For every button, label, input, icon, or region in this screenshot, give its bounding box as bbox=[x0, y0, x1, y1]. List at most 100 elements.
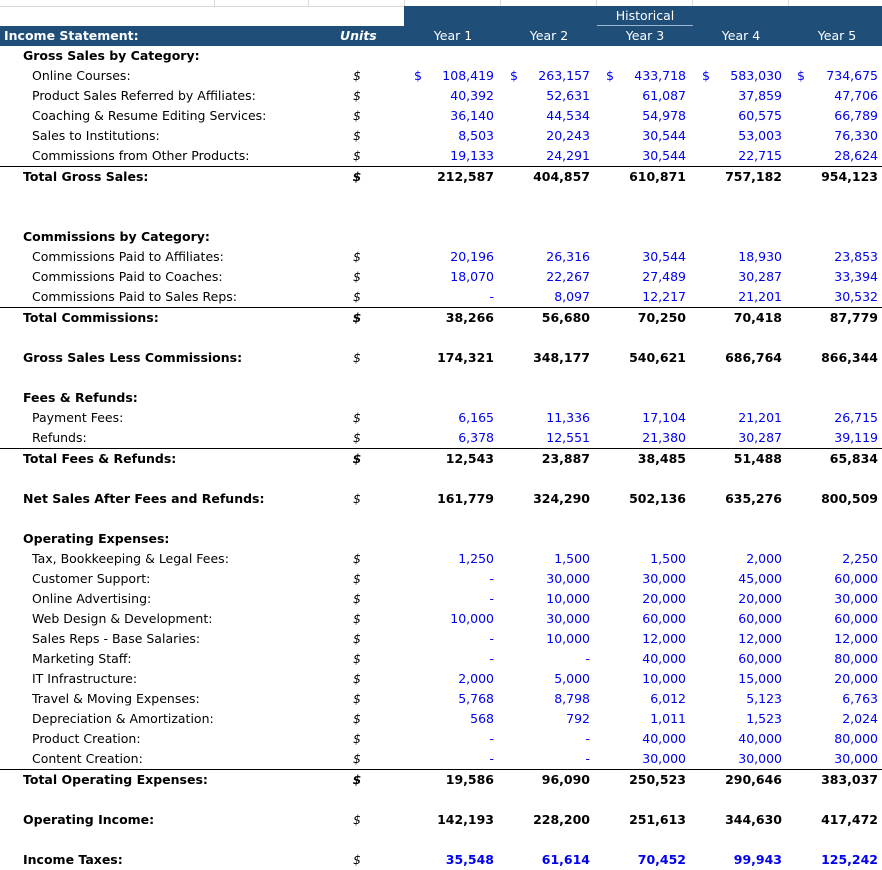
unit-cell[interactable]: $ bbox=[350, 489, 364, 509]
value-cell-year-1[interactable]: - bbox=[404, 629, 494, 649]
value-cell-year-5[interactable]: 23,853 bbox=[788, 247, 878, 267]
row-label[interactable]: Total Operating Expenses: bbox=[23, 770, 208, 790]
total-row[interactable]: Total Gross Sales: $212,587 404,857 610,871… bbox=[0, 166, 882, 187]
table-row[interactable]: Travel & Moving Expenses: $5,768 8,798 6,01… bbox=[0, 689, 882, 709]
unit-cell[interactable]: $ bbox=[350, 729, 364, 749]
value-cell-year-2[interactable]: 348,177 bbox=[500, 348, 590, 368]
value-cell-year-1[interactable]: 108,419 bbox=[404, 66, 494, 86]
value-cell-year-4[interactable]: 51,488 bbox=[692, 449, 782, 469]
value-cell-year-1[interactable]: - bbox=[404, 589, 494, 609]
value-cell-year-5[interactable]: 80,000 bbox=[788, 729, 878, 749]
value-cell-year-2[interactable]: - bbox=[500, 729, 590, 749]
row-label[interactable]: Content Creation: bbox=[32, 749, 143, 769]
row-label[interactable]: Commissions Paid to Affiliates: bbox=[32, 247, 224, 267]
unit-cell[interactable]: $ bbox=[350, 167, 364, 187]
row-label[interactable]: Payment Fees: bbox=[32, 408, 123, 428]
table-row[interactable]: Content Creation: $ - -30,000 30,000 30,000 bbox=[0, 749, 882, 769]
value-cell-year-4[interactable]: 53,003 bbox=[692, 126, 782, 146]
value-cell-year-1[interactable]: 1,250 bbox=[404, 549, 494, 569]
value-cell-year-5[interactable]: 2,024 bbox=[788, 709, 878, 729]
value-cell-year-2[interactable]: 20,243 bbox=[500, 126, 590, 146]
value-cell-year-4[interactable]: 21,201 bbox=[692, 408, 782, 428]
table-row[interactable]: Product Sales Referred by Affiliates: $40… bbox=[0, 86, 882, 106]
unit-cell[interactable]: $ bbox=[350, 549, 364, 569]
unit-cell[interactable]: $ bbox=[350, 126, 364, 146]
value-cell-year-1[interactable]: 18,070 bbox=[404, 267, 494, 287]
section-header-row[interactable]: Operating Expenses: bbox=[0, 529, 882, 549]
row-label[interactable]: Commissions Paid to Sales Reps: bbox=[32, 287, 237, 307]
unit-cell[interactable]: $ bbox=[350, 629, 364, 649]
value-cell-year-5[interactable]: 12,000 bbox=[788, 629, 878, 649]
unit-cell[interactable]: $ bbox=[350, 689, 364, 709]
value-cell-year-3[interactable]: 540,621 bbox=[596, 348, 686, 368]
value-cell-year-4[interactable]: 20,000 bbox=[692, 589, 782, 609]
value-cell-year-2[interactable]: 10,000 bbox=[500, 589, 590, 609]
value-cell-year-3[interactable]: 61,087 bbox=[596, 86, 686, 106]
value-cell-year-2[interactable]: - bbox=[500, 649, 590, 669]
value-cell-year-5[interactable]: 80,000 bbox=[788, 649, 878, 669]
value-cell-year-3[interactable]: 38,485 bbox=[596, 449, 686, 469]
value-cell-year-5[interactable]: 65,834 bbox=[788, 449, 878, 469]
unit-cell[interactable]: $ bbox=[350, 287, 364, 307]
value-cell-year-1[interactable]: - bbox=[404, 729, 494, 749]
value-cell-year-4[interactable]: 635,276 bbox=[692, 489, 782, 509]
table-row[interactable]: Online Courses: $ $ $ $ $ $108,419 263,157 433,7… bbox=[0, 66, 882, 86]
value-cell-year-1[interactable]: - bbox=[404, 287, 494, 307]
table-row[interactable]: Gross Sales Less Commissions: $174,321 348… bbox=[0, 348, 882, 368]
value-cell-year-4[interactable]: 70,418 bbox=[692, 308, 782, 328]
row-label[interactable]: Online Courses: bbox=[32, 66, 131, 86]
row-label[interactable]: Tax, Bookkeeping & Legal Fees: bbox=[32, 549, 229, 569]
total-row[interactable]: Total Commissions: $38,266 56,680 70,250 70,… bbox=[0, 307, 882, 328]
value-cell-year-3[interactable]: 27,489 bbox=[596, 267, 686, 287]
value-cell-year-2[interactable]: 12,551 bbox=[500, 428, 590, 448]
table-row[interactable]: Sales Reps - Base Salaries: $ -10,000 12,00… bbox=[0, 629, 882, 649]
value-cell-year-2[interactable]: 10,000 bbox=[500, 629, 590, 649]
value-cell-year-2[interactable]: 30,000 bbox=[500, 609, 590, 629]
unit-cell[interactable]: $ bbox=[350, 609, 364, 629]
row-label[interactable]: Product Creation: bbox=[32, 729, 141, 749]
value-cell-year-4[interactable]: 60,000 bbox=[692, 609, 782, 629]
unit-cell[interactable]: $ bbox=[350, 810, 364, 830]
value-cell-year-5[interactable]: 30,532 bbox=[788, 287, 878, 307]
value-cell-year-2[interactable]: 5,000 bbox=[500, 669, 590, 689]
row-label[interactable]: Net Sales After Fees and Refunds: bbox=[23, 489, 264, 509]
value-cell-year-1[interactable]: 19,133 bbox=[404, 146, 494, 166]
table-row[interactable]: Depreciation & Amortization: $568 792 1,011… bbox=[0, 709, 882, 729]
value-cell-year-1[interactable]: 142,193 bbox=[404, 810, 494, 830]
unit-cell[interactable]: $ bbox=[350, 669, 364, 689]
value-cell-year-1[interactable]: 40,392 bbox=[404, 86, 494, 106]
unit-cell[interactable]: $ bbox=[350, 106, 364, 126]
year-4-header[interactable]: Year 4 bbox=[693, 28, 789, 43]
row-label[interactable]: Marketing Staff: bbox=[32, 649, 132, 669]
value-cell-year-3[interactable]: 60,000 bbox=[596, 609, 686, 629]
unit-cell[interactable]: $ bbox=[350, 569, 364, 589]
value-cell-year-5[interactable]: 125,242 bbox=[788, 850, 878, 870]
table-row[interactable]: Tax, Bookkeeping & Legal Fees: $1,250 1,50… bbox=[0, 549, 882, 569]
value-cell-year-2[interactable]: 96,090 bbox=[500, 770, 590, 790]
value-cell-year-4[interactable]: 5,123 bbox=[692, 689, 782, 709]
value-cell-year-4[interactable]: 757,182 bbox=[692, 167, 782, 187]
unit-cell[interactable]: $ bbox=[350, 850, 364, 870]
value-cell-year-4[interactable]: 290,646 bbox=[692, 770, 782, 790]
value-cell-year-3[interactable]: 54,978 bbox=[596, 106, 686, 126]
table-row[interactable]: Web Design & Development: $10,000 30,000 60… bbox=[0, 609, 882, 629]
row-label[interactable]: Commissions Paid to Coaches: bbox=[32, 267, 223, 287]
value-cell-year-2[interactable]: 1,500 bbox=[500, 549, 590, 569]
row-label[interactable]: Total Gross Sales: bbox=[23, 167, 148, 187]
value-cell-year-5[interactable]: 734,675 bbox=[788, 66, 878, 86]
value-cell-year-5[interactable]: 954,123 bbox=[788, 167, 878, 187]
value-cell-year-2[interactable]: 24,291 bbox=[500, 146, 590, 166]
value-cell-year-2[interactable]: 61,614 bbox=[500, 850, 590, 870]
unit-cell[interactable]: $ bbox=[350, 770, 364, 790]
value-cell-year-2[interactable]: 26,316 bbox=[500, 247, 590, 267]
blank-row[interactable] bbox=[0, 830, 882, 850]
value-cell-year-1[interactable]: - bbox=[404, 649, 494, 669]
table-row[interactable]: Operating Income: $142,193 228,200 251,613 3… bbox=[0, 810, 882, 830]
value-cell-year-3[interactable]: 21,380 bbox=[596, 428, 686, 448]
value-cell-year-4[interactable]: 40,000 bbox=[692, 729, 782, 749]
value-cell-year-1[interactable]: 36,140 bbox=[404, 106, 494, 126]
row-label[interactable]: Refunds: bbox=[32, 428, 87, 448]
value-cell-year-1[interactable]: 8,503 bbox=[404, 126, 494, 146]
units-header[interactable]: Units bbox=[340, 28, 377, 43]
row-label[interactable]: Sales to Institutions: bbox=[32, 126, 160, 146]
